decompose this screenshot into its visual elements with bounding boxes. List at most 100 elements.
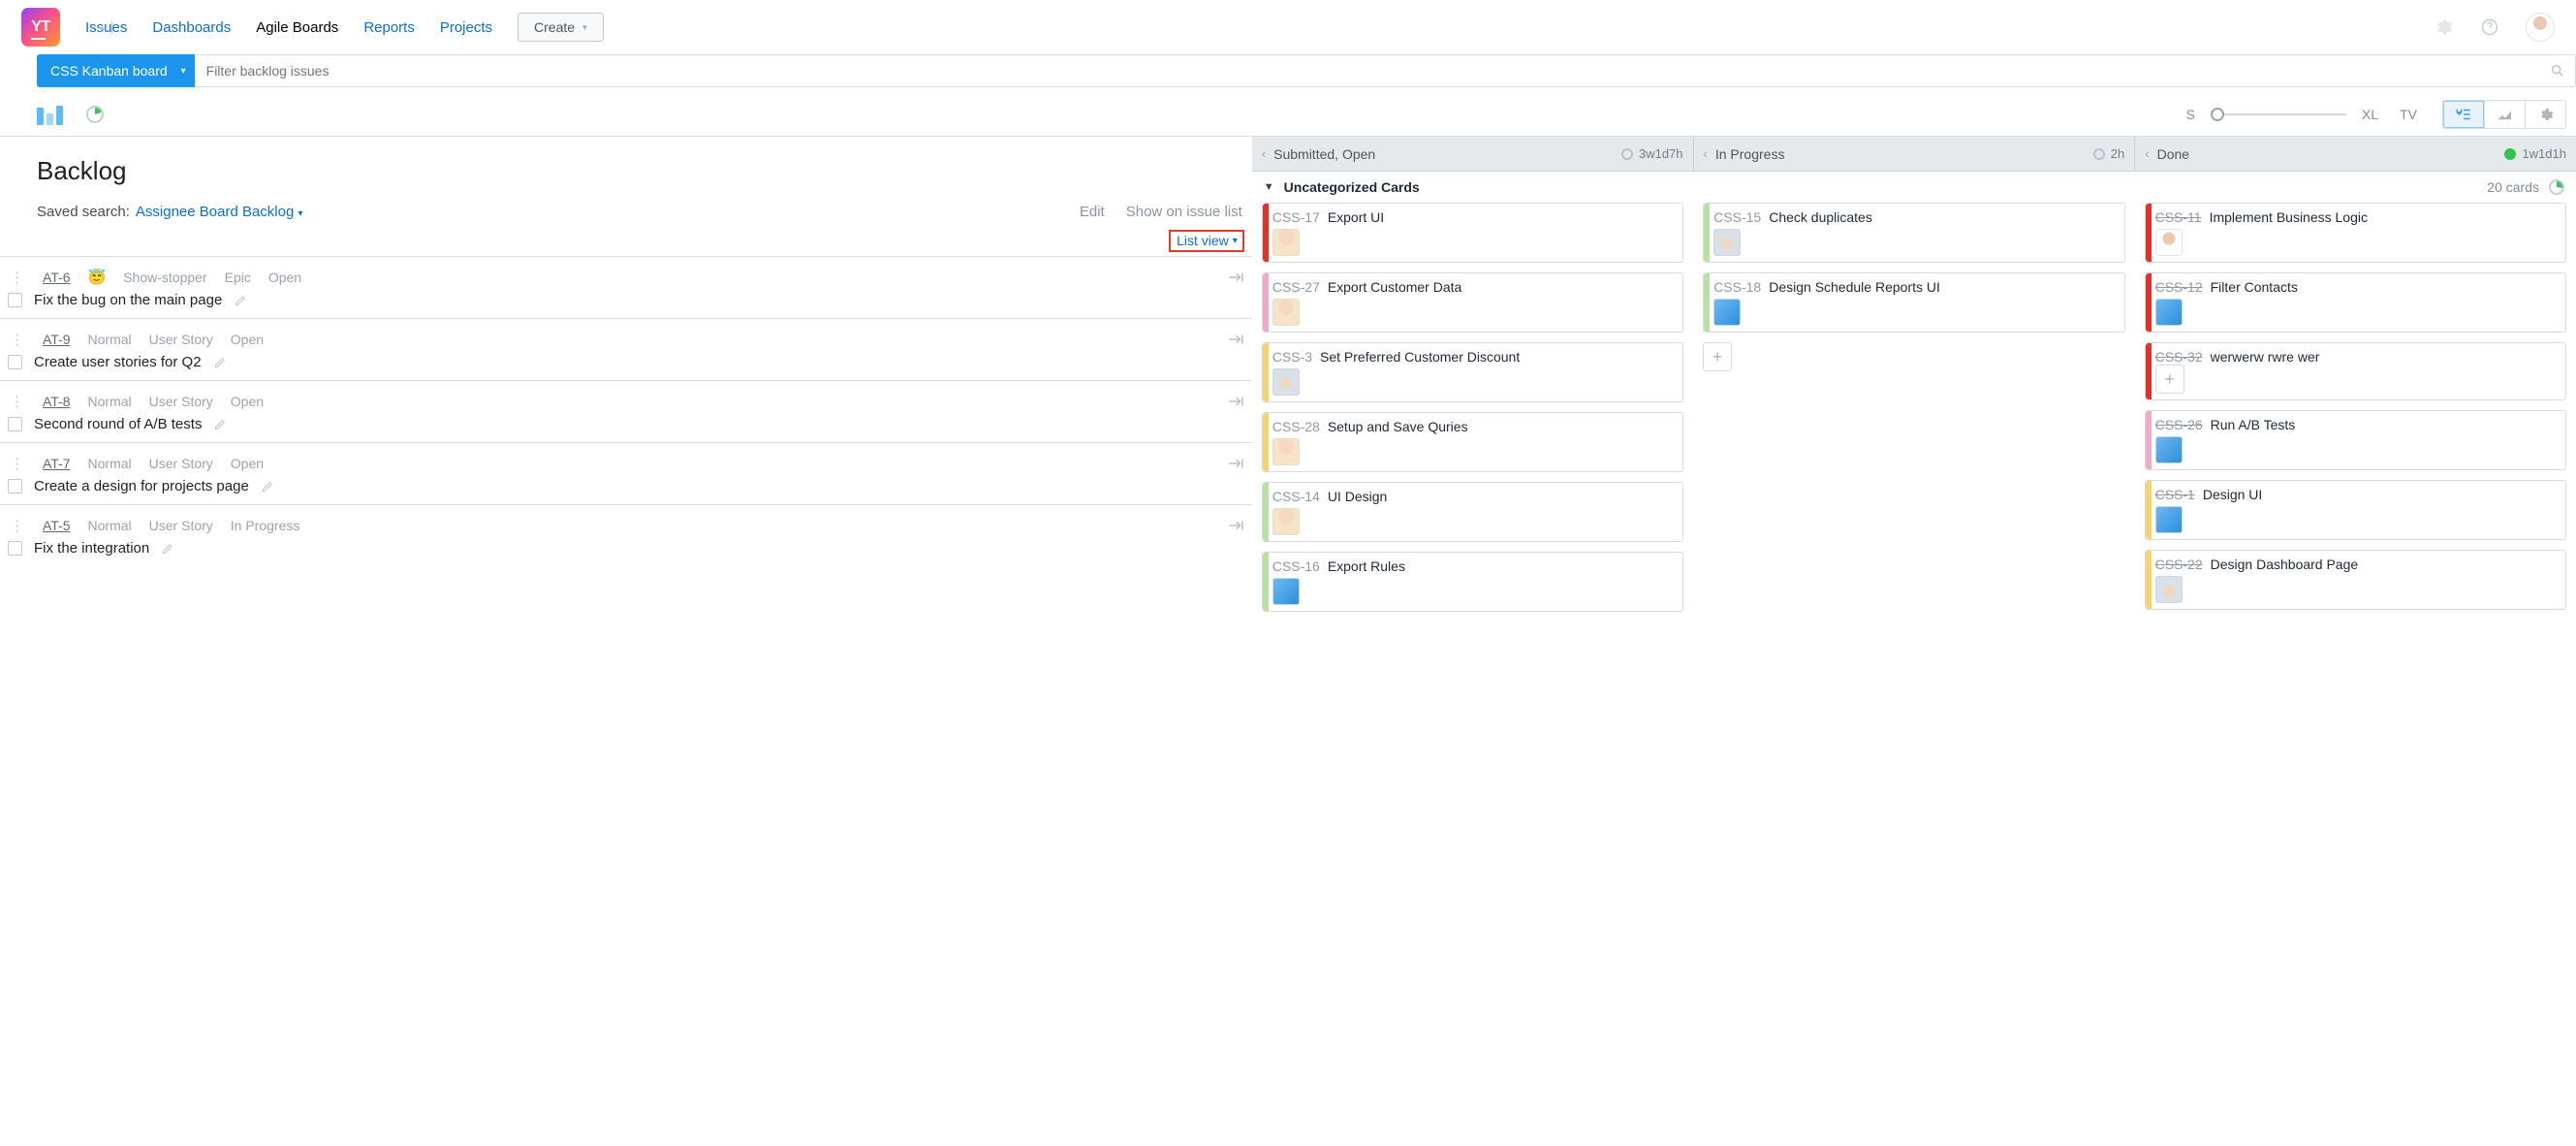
column-collapse-icon[interactable]: ‹ — [1704, 146, 1708, 161]
assignee-avatar[interactable] — [1713, 299, 1741, 326]
issue-summary[interactable]: Create a design for projects page — [34, 478, 249, 494]
assignee-avatar[interactable] — [1272, 438, 1300, 465]
column-collapse-icon[interactable]: ‹ — [1262, 146, 1266, 161]
drag-handle-icon[interactable]: ⋮ — [10, 455, 25, 472]
board-card[interactable]: CSS-15Check duplicates — [1703, 203, 2124, 263]
move-to-board-icon[interactable] — [1227, 271, 1244, 284]
backlog-filter-input[interactable] — [204, 62, 2550, 80]
board-card[interactable]: CSS-1Design UI — [2145, 480, 2566, 540]
assignee-avatar[interactable] — [2155, 229, 2183, 256]
card-id[interactable]: CSS-15 — [1713, 209, 1761, 225]
issue-checkbox[interactable] — [8, 417, 22, 431]
board-card[interactable]: CSS-32werwerw rwre wer+ — [2145, 342, 2566, 400]
issue-id-link[interactable]: AT-5 — [43, 518, 71, 533]
issue-summary[interactable]: Create user stories for Q2 — [34, 354, 202, 370]
issue-summary[interactable]: Fix the integration — [34, 540, 149, 557]
view-backlog-icon[interactable] — [2443, 101, 2484, 128]
drag-handle-icon[interactable]: ⋮ — [10, 393, 25, 410]
board-card[interactable]: CSS-26Run A/B Tests — [2145, 410, 2566, 470]
nav-dashboards[interactable]: Dashboards — [152, 19, 231, 36]
issue-id-link[interactable]: AT-7 — [43, 456, 71, 471]
issue-checkbox[interactable] — [8, 293, 22, 307]
list-view-dropdown[interactable]: List view▾ — [1169, 230, 1244, 252]
issue-summary[interactable]: Fix the bug on the main page — [34, 292, 222, 308]
card-id[interactable]: CSS-14 — [1272, 489, 1320, 504]
profile-avatar[interactable] — [2526, 13, 2555, 42]
move-to-board-icon[interactable] — [1227, 395, 1244, 408]
issue-checkbox[interactable] — [8, 479, 22, 493]
move-to-board-icon[interactable] — [1227, 333, 1244, 346]
assignee-avatar[interactable] — [2155, 506, 2183, 533]
saved-search-link[interactable]: Assignee Board Backlog ▾ — [136, 204, 303, 220]
board-pie-icon[interactable] — [86, 106, 104, 123]
view-settings-icon[interactable] — [2525, 101, 2565, 128]
move-to-board-icon[interactable] — [1227, 457, 1244, 470]
add-card-button[interactable]: + — [1703, 342, 1732, 371]
help-icon[interactable] — [2479, 16, 2500, 38]
nav-agile-boards[interactable]: Agile Boards — [256, 19, 338, 36]
board-card[interactable]: CSS-16Export Rules — [1262, 552, 1683, 612]
assignee-avatar[interactable] — [1272, 368, 1300, 396]
board-card[interactable]: CSS-17Export UI — [1262, 203, 1683, 263]
board-card[interactable]: CSS-28Setup and Save Quries — [1262, 412, 1683, 472]
backlog-filter-field[interactable] — [195, 54, 2576, 87]
issue-checkbox[interactable] — [8, 355, 22, 369]
card-id[interactable]: CSS-17 — [1272, 209, 1320, 225]
nav-reports[interactable]: Reports — [363, 19, 415, 36]
issue-id-link[interactable]: AT-6 — [43, 270, 71, 285]
drag-handle-icon[interactable]: ⋮ — [10, 269, 25, 286]
edit-icon[interactable] — [213, 356, 227, 369]
issue-checkbox[interactable] — [8, 541, 22, 556]
show-on-issue-list-link[interactable]: Show on issue list — [1126, 204, 1242, 220]
card-id[interactable]: CSS-1 — [2155, 487, 2195, 502]
nav-issues[interactable]: Issues | ▾ — [85, 19, 127, 36]
assignee-avatar[interactable] — [2155, 576, 2183, 603]
card-id[interactable]: CSS-3 — [1272, 349, 1312, 365]
card-id[interactable]: CSS-32 — [2155, 349, 2203, 365]
app-logo[interactable]: YT — [21, 8, 60, 47]
edit-icon[interactable] — [261, 480, 274, 493]
card-id[interactable]: CSS-18 — [1713, 279, 1761, 295]
assignee-avatar[interactable] — [1272, 299, 1300, 326]
card-id[interactable]: CSS-26 — [2155, 417, 2203, 432]
card-id[interactable]: CSS-27 — [1272, 279, 1320, 295]
issue-id-link[interactable]: AT-8 — [43, 394, 71, 409]
card-id[interactable]: CSS-22 — [2155, 557, 2203, 572]
assignee-avatar[interactable] — [1272, 578, 1300, 605]
gear-icon[interactable] — [2433, 16, 2454, 38]
board-card[interactable]: CSS-22Design Dashboard Page — [2145, 550, 2566, 610]
issue-id-link[interactable]: AT-9 — [43, 332, 71, 347]
board-card[interactable]: CSS-27Export Customer Data — [1262, 272, 1683, 333]
search-icon[interactable] — [2550, 63, 2565, 79]
nav-projects[interactable]: Projects — [440, 19, 492, 36]
column-collapse-icon[interactable]: ‹ — [2145, 146, 2149, 161]
drag-handle-icon[interactable]: ⋮ — [10, 331, 25, 348]
card-id[interactable]: CSS-11 — [2155, 209, 2202, 225]
assignee-avatar[interactable] — [1272, 229, 1300, 256]
board-card[interactable]: CSS-18Design Schedule Reports UI — [1703, 272, 2124, 333]
create-button[interactable]: Create▾ — [518, 13, 604, 42]
board-selector[interactable]: CSS Kanban board — [37, 54, 195, 87]
issue-summary[interactable]: Second round of A/B tests — [34, 416, 202, 432]
board-columns-icon[interactable] — [37, 104, 63, 125]
drag-handle-icon[interactable]: ⋮ — [10, 517, 25, 534]
backlog-edit-link[interactable]: Edit — [1080, 204, 1105, 220]
card-id[interactable]: CSS-28 — [1272, 419, 1320, 434]
edit-icon[interactable] — [161, 542, 174, 556]
add-assignee-icon[interactable]: + — [2155, 365, 2184, 394]
swimlane-collapse-icon[interactable]: ▼ — [1264, 181, 1274, 193]
assignee-avatar[interactable] — [1713, 229, 1741, 256]
move-to-board-icon[interactable] — [1227, 519, 1244, 532]
edit-icon[interactable] — [234, 294, 247, 307]
assignee-avatar[interactable] — [2155, 299, 2183, 326]
board-card[interactable]: CSS-14UI Design — [1262, 482, 1683, 542]
card-id[interactable]: CSS-16 — [1272, 558, 1320, 574]
card-id[interactable]: CSS-12 — [2155, 279, 2203, 295]
board-card[interactable]: CSS-11Implement Business Logic — [2145, 203, 2566, 263]
assignee-avatar[interactable] — [1272, 508, 1300, 535]
board-card[interactable]: CSS-3Set Preferred Customer Discount — [1262, 342, 1683, 402]
board-card[interactable]: CSS-12Filter Contacts — [2145, 272, 2566, 333]
edit-icon[interactable] — [213, 418, 227, 431]
view-chart-icon[interactable] — [2484, 101, 2525, 128]
assignee-avatar[interactable] — [2155, 436, 2183, 463]
